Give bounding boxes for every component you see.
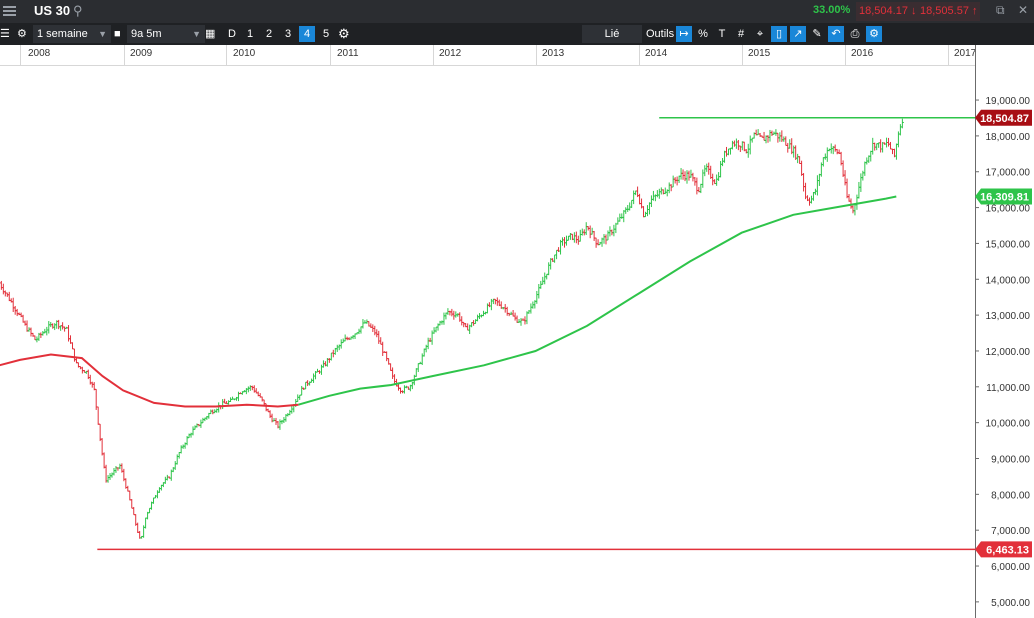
settings-gear-icon[interactable]: ⚙ [338, 26, 350, 42]
x-tick-label: 2011 [337, 48, 359, 59]
support-level-label: 6,463.13 [986, 544, 1029, 556]
tools-label[interactable]: Outils [646, 26, 674, 42]
up-arrow-icon: ↑ [972, 5, 978, 17]
y-tick-label: 5,000.00 [991, 598, 1030, 609]
timeframe-1[interactable]: 1 [242, 26, 258, 42]
search-icon[interactable]: ⚲ [73, 3, 83, 19]
chevron-down-icon: ▼ [98, 29, 107, 39]
moving-average-label: 16,309.81 [980, 191, 1029, 203]
change-percent: 33.00% [813, 4, 851, 16]
y-tick-label: 14,000.00 [986, 275, 1031, 286]
x-tick-label: 2017 [954, 48, 977, 59]
y-tick-label: 18,000.00 [986, 132, 1031, 143]
menu-icon[interactable] [3, 4, 16, 18]
timeframe-2[interactable]: 2 [261, 26, 277, 42]
x-tick-label: 2014 [645, 48, 668, 59]
period-value: 1 semaine [37, 28, 88, 40]
gear-icon[interactable]: ⚙ [17, 26, 27, 42]
chart-toolbar: ☰ ⚙ 1 semaine ▼ ■ 9a 5m ▼ ▦ D 1 2 3 4 5 … [0, 23, 1034, 45]
y-tick-label: 16,000.00 [986, 204, 1031, 215]
y-tick-label: 9,000.00 [991, 454, 1030, 465]
y-tick-label: 11,000.00 [986, 383, 1030, 394]
chevron-down-icon: ▼ [192, 29, 201, 39]
y-tick-label: 17,000.00 [986, 168, 1031, 179]
price-chart[interactable]: 5,000.00 6,000.00 7,000.00 8,000.00 9,000.00… [0, 66, 1034, 618]
y-tick-label: 15,000.00 [986, 239, 1031, 250]
x-tick-label: 2013 [542, 48, 565, 59]
moving-average-line-green [298, 195, 897, 406]
print-icon[interactable]: ⎙ [847, 26, 863, 42]
y-tick-label: 6,000.00 [991, 562, 1030, 573]
timeframe-3[interactable]: 3 [280, 26, 296, 42]
timeframe-day[interactable]: D [224, 26, 240, 42]
bid-price: 18,504.17 [859, 5, 908, 17]
moving-average-line-red [0, 353, 299, 408]
last-price-label: 18,504.87 [980, 113, 1029, 125]
popout-icon[interactable]: ⧉ [996, 3, 1005, 18]
y-tick-label: 7,000.00 [991, 526, 1030, 537]
range-select[interactable]: 9a 5m ▼ [127, 25, 205, 43]
x-tick-label: 2008 [28, 48, 51, 59]
draw-line-icon[interactable]: ↦ [676, 26, 692, 42]
period-select[interactable]: 1 semaine ▼ [33, 25, 111, 43]
ask-price-button[interactable]: 18,505.57 ↑ [917, 2, 980, 21]
link-label: Lié [604, 28, 620, 40]
x-tick-label: 2010 [233, 48, 256, 59]
percent-icon[interactable]: % [695, 26, 711, 42]
x-tick-label: 2015 [748, 48, 771, 59]
instrument-title: US 30 [34, 3, 71, 18]
down-arrow-icon: ↓ [911, 5, 917, 17]
title-bar: US 30 ⚲ 33.00% 18,504.17 ↓ 18,505.57 ↑ ⧉… [0, 0, 1034, 23]
ask-price: 18,505.57 [920, 5, 969, 17]
grid-icon[interactable]: # [733, 26, 749, 42]
calendar-icon[interactable]: ▦ [205, 26, 215, 42]
y-tick-label: 12,000.00 [986, 347, 1031, 358]
link-button[interactable]: Lié [582, 25, 642, 43]
close-icon[interactable]: ✕ [1018, 3, 1028, 17]
text-icon[interactable]: T [714, 26, 730, 42]
draw-tools-icon[interactable]: ✎ [809, 26, 825, 42]
y-tick-label: 13,000.00 [986, 311, 1031, 322]
y-tick-label: 10,000.00 [986, 419, 1031, 430]
x-tick-label: 2016 [851, 48, 874, 59]
undo-icon[interactable]: ↶ [828, 26, 844, 42]
timeframe-5[interactable]: 5 [318, 26, 334, 42]
lock-icon[interactable]: ■ [114, 26, 121, 42]
list-icon[interactable]: ☰ [0, 26, 10, 42]
crosshair-icon[interactable]: ⌖ [752, 26, 768, 42]
y-tick-label: 8,000.00 [991, 490, 1030, 501]
range-value: 9a 5m [131, 28, 162, 40]
candlestick-icon[interactable]: ▯ [771, 26, 787, 42]
indicators-icon[interactable]: ↗ [790, 26, 806, 42]
timeframe-4[interactable]: 4 [299, 26, 315, 42]
y-tick-label: 19,000.00 [986, 96, 1031, 107]
x-tick-label: 2012 [439, 48, 462, 59]
bid-price-button[interactable]: 18,504.17 ↓ [856, 2, 917, 21]
time-axis: 2008 2009 2010 2011 2012 2013 2014 2015 … [0, 45, 977, 66]
x-tick-label: 2009 [130, 48, 153, 59]
chart-settings-icon[interactable]: ⚙ [866, 26, 882, 42]
